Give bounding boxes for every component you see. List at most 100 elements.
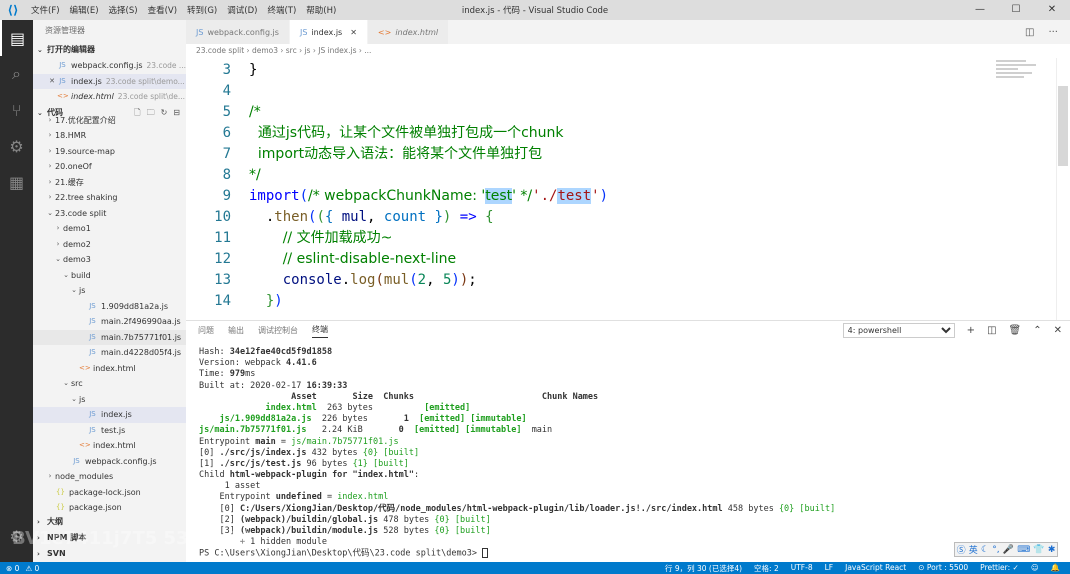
close-tab-icon[interactable]: ✕: [350, 28, 357, 37]
tree-item[interactable]: ⌄ 23.code split: [33, 206, 186, 222]
menu-item[interactable]: 终端(T): [262, 4, 301, 16]
minimap[interactable]: [996, 58, 1046, 98]
new-file-icon[interactable]: 🗋: [134, 105, 140, 121]
tab-webpack-config-js[interactable]: JS webpack.config.js: [186, 20, 290, 44]
svn-header[interactable]: › SVN: [33, 546, 186, 562]
close-icon[interactable]: ✕: [1034, 0, 1070, 20]
tree-item[interactable]: JS main.2f496990aa.js: [33, 314, 186, 330]
tree-item[interactable]: › 19.source-map: [33, 144, 186, 160]
file-tree: › 17.优化配置介绍 › 18.HMR › 19.source-map › 20.oneOf…: [33, 113, 186, 516]
status-right-item[interactable]: 🔔: [1051, 563, 1060, 574]
ime-shirt-icon[interactable]: 👕: [1033, 545, 1044, 555]
menu-item[interactable]: 选择(S): [104, 4, 143, 16]
tree-item[interactable]: › demo1: [33, 221, 186, 237]
status-right-item[interactable]: JavaScript React: [845, 563, 906, 574]
tree-item[interactable]: ⌄ src: [33, 376, 186, 392]
tree-item[interactable]: <> index.html: [33, 361, 186, 377]
tree-item[interactable]: JS 1.909dd81a2a.js: [33, 299, 186, 315]
tree-item[interactable]: JS test.js: [33, 423, 186, 439]
editor-scrollbar[interactable]: [1056, 58, 1070, 320]
settings-gear-icon[interactable]: ⚙: [0, 518, 33, 554]
ime-moon-icon[interactable]: ☾: [981, 545, 989, 555]
menu-item[interactable]: 转到(G): [182, 4, 222, 16]
chevron-down-icon: ⌄: [63, 379, 69, 387]
ime-mic-icon[interactable]: 🎤: [1003, 545, 1014, 555]
chevron-right-icon: ›: [48, 162, 52, 170]
refresh-icon[interactable]: ↻: [161, 105, 168, 121]
files-icon[interactable]: ▤: [0, 20, 33, 56]
tab-index-js[interactable]: JS index.js ✕: [289, 20, 368, 44]
close-icon[interactable]: ✕: [47, 74, 57, 90]
menu-item[interactable]: 查看(V): [143, 4, 182, 16]
open-editors-header[interactable]: ⌄ 打开的编辑器: [33, 42, 186, 58]
new-folder-icon[interactable]: 🗀: [147, 105, 155, 121]
more-actions-icon[interactable]: ···: [1048, 27, 1058, 38]
open-editor-item[interactable]: JS webpack.config.js 23.code ...: [33, 58, 186, 74]
status-right-item[interactable]: Prettier: ✓: [980, 563, 1019, 574]
tree-item[interactable]: › 22.tree shaking: [33, 190, 186, 206]
tree-item[interactable]: JS webpack.config.js: [33, 454, 186, 470]
tree-item[interactable]: › demo2: [33, 237, 186, 253]
close-panel-icon[interactable]: ✕: [1054, 325, 1062, 336]
split-terminal-icon[interactable]: ◫: [987, 325, 996, 336]
terminal-select[interactable]: 4: powershell: [842, 323, 955, 338]
tree-item[interactable]: ⌄ demo3: [33, 252, 186, 268]
breadcrumb[interactable]: 23.code split › demo3 › src › js › JS in…: [186, 44, 1070, 58]
ime-keyboard-icon[interactable]: ⌨: [1017, 545, 1030, 555]
menu-item[interactable]: 文件(F): [26, 4, 65, 16]
tree-item[interactable]: <> index.html: [33, 438, 186, 454]
status-right-item[interactable]: LF: [825, 563, 834, 574]
ime-punctuation-icon[interactable]: °,: [992, 545, 999, 555]
js-file-icon: JS: [299, 27, 308, 37]
ime-language-label[interactable]: 英: [969, 543, 978, 556]
panel-tab[interactable]: 问题: [198, 325, 214, 338]
tree-item[interactable]: JS main.7b75771f01.js: [33, 329, 186, 345]
maximize-panel-icon[interactable]: ⌃: [1033, 325, 1041, 336]
tree-item[interactable]: JS index.js: [33, 407, 186, 423]
status-left-item[interactable]: ⊗ 0: [6, 564, 19, 573]
tree-item[interactable]: JS main.d4228d05f4.js: [33, 345, 186, 361]
minimize-icon[interactable]: —: [962, 0, 998, 20]
status-right-item[interactable]: ☺: [1031, 563, 1039, 574]
tree-item[interactable]: › node_modules: [33, 469, 186, 485]
add-terminal-icon[interactable]: +: [967, 325, 975, 336]
panel-tab[interactable]: 输出: [228, 325, 244, 338]
menu-item[interactable]: 编辑(E): [65, 4, 104, 16]
menu-item[interactable]: 调试(D): [222, 4, 262, 16]
tab-index-html[interactable]: <> index.html: [367, 20, 450, 44]
tree-item[interactable]: › 20.oneOf: [33, 159, 186, 175]
status-right-item[interactable]: 行 9，列 30 (已选择4): [665, 563, 742, 574]
status-right-item[interactable]: 空格: 2: [754, 563, 779, 574]
tree-item[interactable]: ⌄ build: [33, 268, 186, 284]
split-editor-icon[interactable]: ◫: [1025, 27, 1034, 38]
tree-item[interactable]: ⌄ js: [33, 392, 186, 408]
kill-terminal-icon[interactable]: 🗑: [1009, 325, 1022, 336]
outline-header[interactable]: › 大纲: [33, 514, 186, 530]
ime-toolbar[interactable]: Ⓢ 英 ☾ °, 🎤 ⌨ 👕 ✱: [954, 542, 1058, 557]
tab-label: index.html: [395, 27, 439, 37]
panel-tab[interactable]: 终端: [312, 324, 328, 338]
search-icon[interactable]: ⌕: [0, 56, 33, 92]
debug-icon[interactable]: ⚙: [0, 128, 33, 164]
maximize-icon[interactable]: ☐: [998, 0, 1034, 20]
ime-tools-icon[interactable]: ✱: [1048, 545, 1056, 555]
status-right-item[interactable]: ⊙ Port : 5500: [918, 563, 968, 574]
npm-scripts-header[interactable]: › NPM 脚本: [33, 530, 186, 546]
tree-item[interactable]: ⌄ js: [33, 283, 186, 299]
status-right-item[interactable]: UTF-8: [791, 563, 813, 574]
tree-item[interactable]: {} package-lock.json: [33, 485, 186, 501]
source-control-icon[interactable]: ⑂: [0, 92, 33, 128]
code-editor[interactable]: 3} 4 5/* 6 通过js代码，让某个文件被单独打包成一个chunk 7 impor…: [186, 58, 1070, 320]
menu-item[interactable]: 帮助(H): [301, 4, 341, 16]
scrollbar-thumb[interactable]: [1058, 86, 1068, 166]
tree-item[interactable]: › 18.HMR: [33, 128, 186, 144]
collapse-all-icon[interactable]: ⊟: [173, 105, 180, 121]
open-editor-item[interactable]: <> index.html 23.code split\de...: [33, 89, 186, 105]
extensions-icon[interactable]: ▦: [0, 164, 33, 200]
tree-item[interactable]: › 21.缓存: [33, 175, 186, 191]
terminal-output[interactable]: Hash: 34e12fae40cd5f9d1858 Version: webpa…: [199, 347, 1059, 561]
status-left-item[interactable]: ⚠ 0: [25, 564, 39, 573]
open-editor-item[interactable]: ✕ JS index.js 23.code split\demo...: [33, 73, 186, 90]
panel-tab[interactable]: 调试控制台: [258, 325, 298, 338]
line-number: 10: [214, 209, 231, 225]
